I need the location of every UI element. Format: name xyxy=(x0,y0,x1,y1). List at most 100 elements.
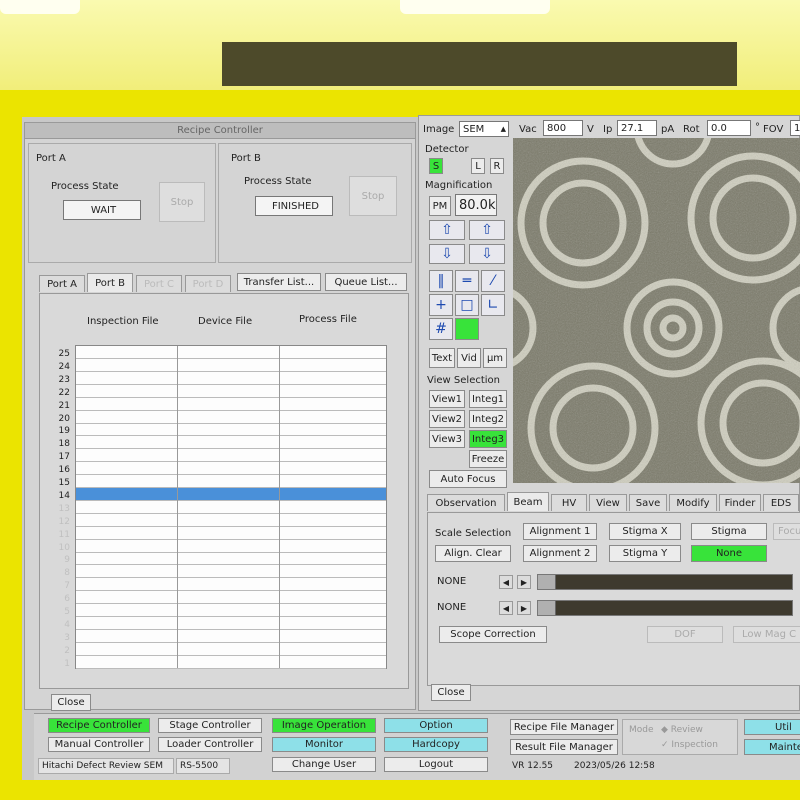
table-row[interactable] xyxy=(76,643,386,656)
tab-observation[interactable]: Observation xyxy=(427,494,505,511)
table-row[interactable] xyxy=(76,449,386,463)
view2-button[interactable]: View2 xyxy=(429,410,465,428)
sem-image[interactable] xyxy=(513,138,800,483)
slider1-left-icon[interactable]: ◀ xyxy=(499,575,513,589)
view1-button[interactable]: View1 xyxy=(429,390,465,408)
recipe-file-manager-button[interactable]: Recipe File Manager xyxy=(510,719,618,735)
table-row[interactable] xyxy=(76,462,386,476)
tab-port-a[interactable]: Port A xyxy=(39,275,85,292)
tab-finder[interactable]: Finder xyxy=(719,494,761,511)
queue-list-button[interactable]: Queue List... xyxy=(325,273,407,291)
vid-button[interactable]: Vid xyxy=(457,348,481,368)
diagonal-line-icon[interactable]: ⁄ xyxy=(481,270,505,292)
table-row[interactable] xyxy=(76,540,386,553)
ip-field[interactable]: 27.1 xyxy=(617,120,657,136)
slider2[interactable] xyxy=(537,600,793,616)
table-row[interactable] xyxy=(76,475,386,488)
hardcopy-button[interactable]: Hardcopy xyxy=(384,737,488,752)
fill-icon[interactable] xyxy=(455,318,479,340)
loader-controller-button[interactable]: Loader Controller xyxy=(158,737,262,752)
table-row[interactable] xyxy=(76,527,386,540)
table-row[interactable] xyxy=(76,578,386,592)
table-row[interactable] xyxy=(76,501,386,514)
tab-view[interactable]: View xyxy=(589,494,627,511)
detector-r-button[interactable]: R xyxy=(490,158,504,174)
option-button[interactable]: Option xyxy=(384,718,488,733)
image-mode-select[interactable]: SEM ▲ xyxy=(459,121,509,137)
freeze-button[interactable]: Freeze xyxy=(469,450,507,468)
low-mag-button[interactable]: Low Mag C xyxy=(733,626,800,643)
tab-save[interactable]: Save xyxy=(629,494,667,511)
none-button[interactable]: None xyxy=(691,545,767,562)
tab-beam[interactable]: Beam xyxy=(507,492,549,511)
recipe-close-button[interactable]: Close xyxy=(51,694,91,711)
table-row[interactable] xyxy=(76,398,386,411)
port-b-stop-button[interactable]: Stop xyxy=(349,176,397,216)
alignment2-button[interactable]: Alignment 2 xyxy=(523,545,597,562)
table-row[interactable] xyxy=(76,617,386,630)
um-button[interactable]: µm xyxy=(483,348,507,368)
horizontal-lines-icon[interactable]: ═ xyxy=(455,270,479,292)
mode-inspection-radio[interactable]: ✓ Inspection xyxy=(661,740,718,750)
image-operation-button[interactable]: Image Operation xyxy=(272,718,376,733)
monitor-button[interactable]: Monitor xyxy=(272,737,376,752)
mainte-button[interactable]: Mainte xyxy=(744,739,800,755)
stigma-x-button[interactable]: Stigma X xyxy=(609,523,681,540)
angle-icon[interactable]: ∟ xyxy=(481,294,505,316)
tab-modify[interactable]: Modify xyxy=(669,494,717,511)
alignment1-button[interactable]: Alignment 1 xyxy=(523,523,597,540)
stigma-button[interactable]: Stigma xyxy=(691,523,767,540)
port-a-stop-button[interactable]: Stop xyxy=(159,182,205,222)
slider1[interactable] xyxy=(537,574,793,590)
table-row[interactable] xyxy=(76,436,386,450)
slider2-left-icon[interactable]: ◀ xyxy=(499,601,513,615)
slider1-right-icon[interactable]: ▶ xyxy=(517,575,531,589)
table-row[interactable] xyxy=(76,514,386,527)
text-button[interactable]: Text xyxy=(429,348,455,368)
rot-field[interactable]: 0.0 xyxy=(707,120,751,136)
slider2-right-icon[interactable]: ▶ xyxy=(517,601,531,615)
table-row[interactable] xyxy=(76,630,386,643)
mag-up-small-icon[interactable]: ⇧ xyxy=(469,220,505,240)
auto-focus-button[interactable]: Auto Focus xyxy=(429,470,507,488)
tab-port-b[interactable]: Port B xyxy=(87,273,133,292)
tab-port-d[interactable]: Port D xyxy=(185,275,231,292)
transfer-list-button[interactable]: Transfer List... xyxy=(237,273,321,291)
table-row[interactable] xyxy=(76,385,386,398)
align-clear-button[interactable]: Align. Clear xyxy=(435,545,511,562)
table-row[interactable] xyxy=(76,359,386,372)
stigma-y-button[interactable]: Stigma Y xyxy=(609,545,681,562)
result-file-manager-button[interactable]: Result File Manager xyxy=(510,739,618,755)
scope-correction-button[interactable]: Scope Correction xyxy=(439,626,547,643)
focus-button[interactable]: Focus xyxy=(773,523,800,540)
table-row[interactable] xyxy=(76,411,386,424)
integ1-button[interactable]: Integ1 xyxy=(469,390,507,408)
vertical-lines-icon[interactable]: ‖ xyxy=(429,270,453,292)
view3-button[interactable]: View3 xyxy=(429,430,465,448)
grid-icon[interactable]: # xyxy=(429,318,453,340)
table-row[interactable] xyxy=(76,565,386,579)
logout-button[interactable]: Logout xyxy=(384,757,488,772)
integ2-button[interactable]: Integ2 xyxy=(469,410,507,428)
util-button[interactable]: Util xyxy=(744,719,800,735)
mag-up-large-icon[interactable]: ⇧ xyxy=(429,220,465,240)
table-row[interactable] xyxy=(76,423,386,437)
tab-eds[interactable]: EDS xyxy=(763,494,799,511)
table-row[interactable] xyxy=(76,487,386,501)
dof-button[interactable]: DOF xyxy=(647,626,723,643)
mag-down-large-icon[interactable]: ⇩ xyxy=(429,244,465,264)
table-row[interactable] xyxy=(76,372,386,385)
vac-field[interactable]: 800 xyxy=(543,120,583,136)
mode-review-radio[interactable]: ◆ Review xyxy=(661,725,703,735)
detector-s-button[interactable]: S xyxy=(429,158,443,174)
tab-port-c[interactable]: Port C xyxy=(136,275,182,292)
integ3-button[interactable]: Integ3 xyxy=(469,430,507,448)
manual-controller-button[interactable]: Manual Controller xyxy=(48,737,150,752)
table-row[interactable] xyxy=(76,591,386,605)
table-row[interactable] xyxy=(76,656,386,669)
pm-button[interactable]: PM xyxy=(429,196,451,216)
recipe-controller-button[interactable]: Recipe Controller xyxy=(48,718,150,733)
cross-icon[interactable]: + xyxy=(429,294,453,316)
tab-hv[interactable]: HV xyxy=(551,494,587,511)
mag-down-small-icon[interactable]: ⇩ xyxy=(469,244,505,264)
